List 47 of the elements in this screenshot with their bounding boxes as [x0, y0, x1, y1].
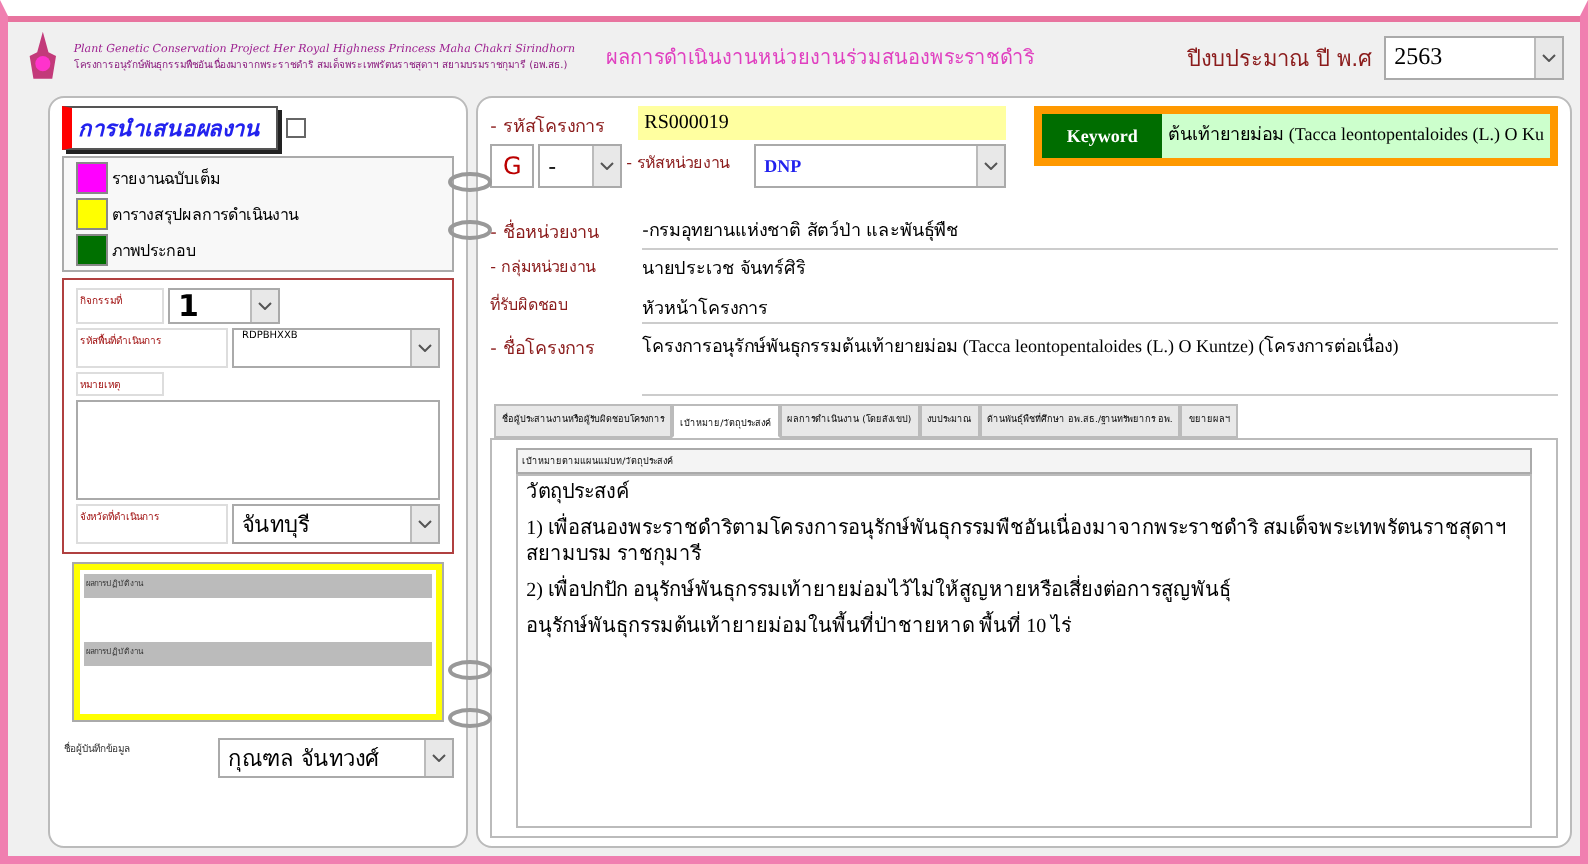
province-dropdown[interactable]: จันทบุรี — [232, 504, 441, 544]
chevron-down-icon — [1541, 53, 1556, 61]
field-label: - ชื่อโครงการ — [490, 328, 635, 396]
objective-text: วัตถุประสงค์ — [526, 480, 633, 506]
keyword-label: Keyword — [1042, 114, 1163, 158]
recorder-dropdown[interactable]: กุณฑล จันทวงศ์ — [218, 738, 455, 778]
objective-text: อนุรักษ์พันธุกรรมต้นเท้ายายม่อมในพื้นที่ป่าชายหาด พื้นที่ 10 ไร่ — [526, 614, 1522, 640]
ring-icon — [448, 220, 493, 240]
checkbox[interactable] — [286, 118, 306, 138]
field-label: - รหัสโครงการ — [490, 113, 607, 140]
objective-text: 2) เพื่อปกปัก อนุรักษ์พันธุกรรมเท้ายายม่อมไว้ไม่ให้สูญหายหรือเสี่ยงต่อการสูญพันธุ์ — [526, 578, 1522, 604]
field-label: - ชื่อหน่วยงาน — [490, 212, 635, 250]
chevron-down-icon — [432, 754, 447, 762]
ring-icon — [448, 708, 493, 728]
legend-label: ภาพประกอบ — [112, 239, 196, 263]
person-role: หัวหน้าโครงการ — [642, 295, 771, 322]
section-title: การนำเสนอผลงาน — [62, 106, 278, 150]
activity-dropdown[interactable]: 1 — [168, 288, 280, 324]
ring-icon — [448, 172, 493, 192]
chevron-down-icon — [258, 302, 272, 310]
chevron-down-icon — [600, 162, 615, 170]
objectives-field[interactable] — [516, 474, 1532, 828]
field-label: ที่รับผิดชอบ — [490, 292, 571, 318]
year-dropdown[interactable]: 2563 — [1384, 35, 1564, 79]
keyword-field[interactable]: ต้นเท้ายายม่อม (Tacca leontopentaloides (L.) O Ku — [1162, 114, 1550, 158]
legend-swatch[interactable] — [76, 198, 108, 230]
objective-text: 1) เพื่อสนองพระราชดำริตามโครงการอนุรักษ์พันธุกรรมพืชอันเนื่องมาจากพระราชดำริ สมเด็จพระเทพรัตนราชสุดาฯสยามบรม ราชกุมารี — [526, 516, 1522, 568]
prefix-dropdown[interactable]: - — [538, 144, 623, 188]
legend-swatch[interactable] — [76, 162, 108, 194]
ring-icon — [448, 660, 493, 680]
legend-swatch[interactable] — [76, 234, 108, 266]
unit-name: -กรมอุทยานแห่งชาติ สัตว์ป่า และพันธุ์พืช — [642, 212, 1558, 250]
legend-label: รายงานฉบับเต็ม — [112, 166, 220, 191]
year-label: ปีงบประมาณ ปี พ.ศ — [1187, 43, 1373, 75]
project-code-field[interactable]: RS000019 — [638, 106, 1007, 140]
field-label: - รหัสหน่วยงาน — [626, 152, 732, 176]
chevron-down-icon — [418, 520, 433, 528]
chevron-down-icon — [418, 344, 433, 352]
legend-label: ตารางสรุปผลการดำเนินงาน — [112, 203, 298, 227]
page-title: ผลการดำเนินงานหน่วยงานร่วมสนองพระราชดำริ — [605, 45, 1036, 72]
field-label: - กลุ่มหน่วยงาน — [490, 256, 598, 280]
person-name: นายประเวช จันทร์ศิริ — [642, 256, 809, 282]
chevron-down-icon — [984, 162, 999, 170]
note-field[interactable] — [76, 400, 441, 500]
project-name: โครงการอนุรักษ์พันธุกรรมต้นเท้ายายม่อม (Tacca leontopentaloides (L.) O Kuntze) (โครงการต่อเนื่อง) — [642, 328, 1558, 396]
g-button[interactable]: G — [490, 144, 535, 188]
unit-code-dropdown[interactable]: DNP — [754, 144, 1007, 188]
